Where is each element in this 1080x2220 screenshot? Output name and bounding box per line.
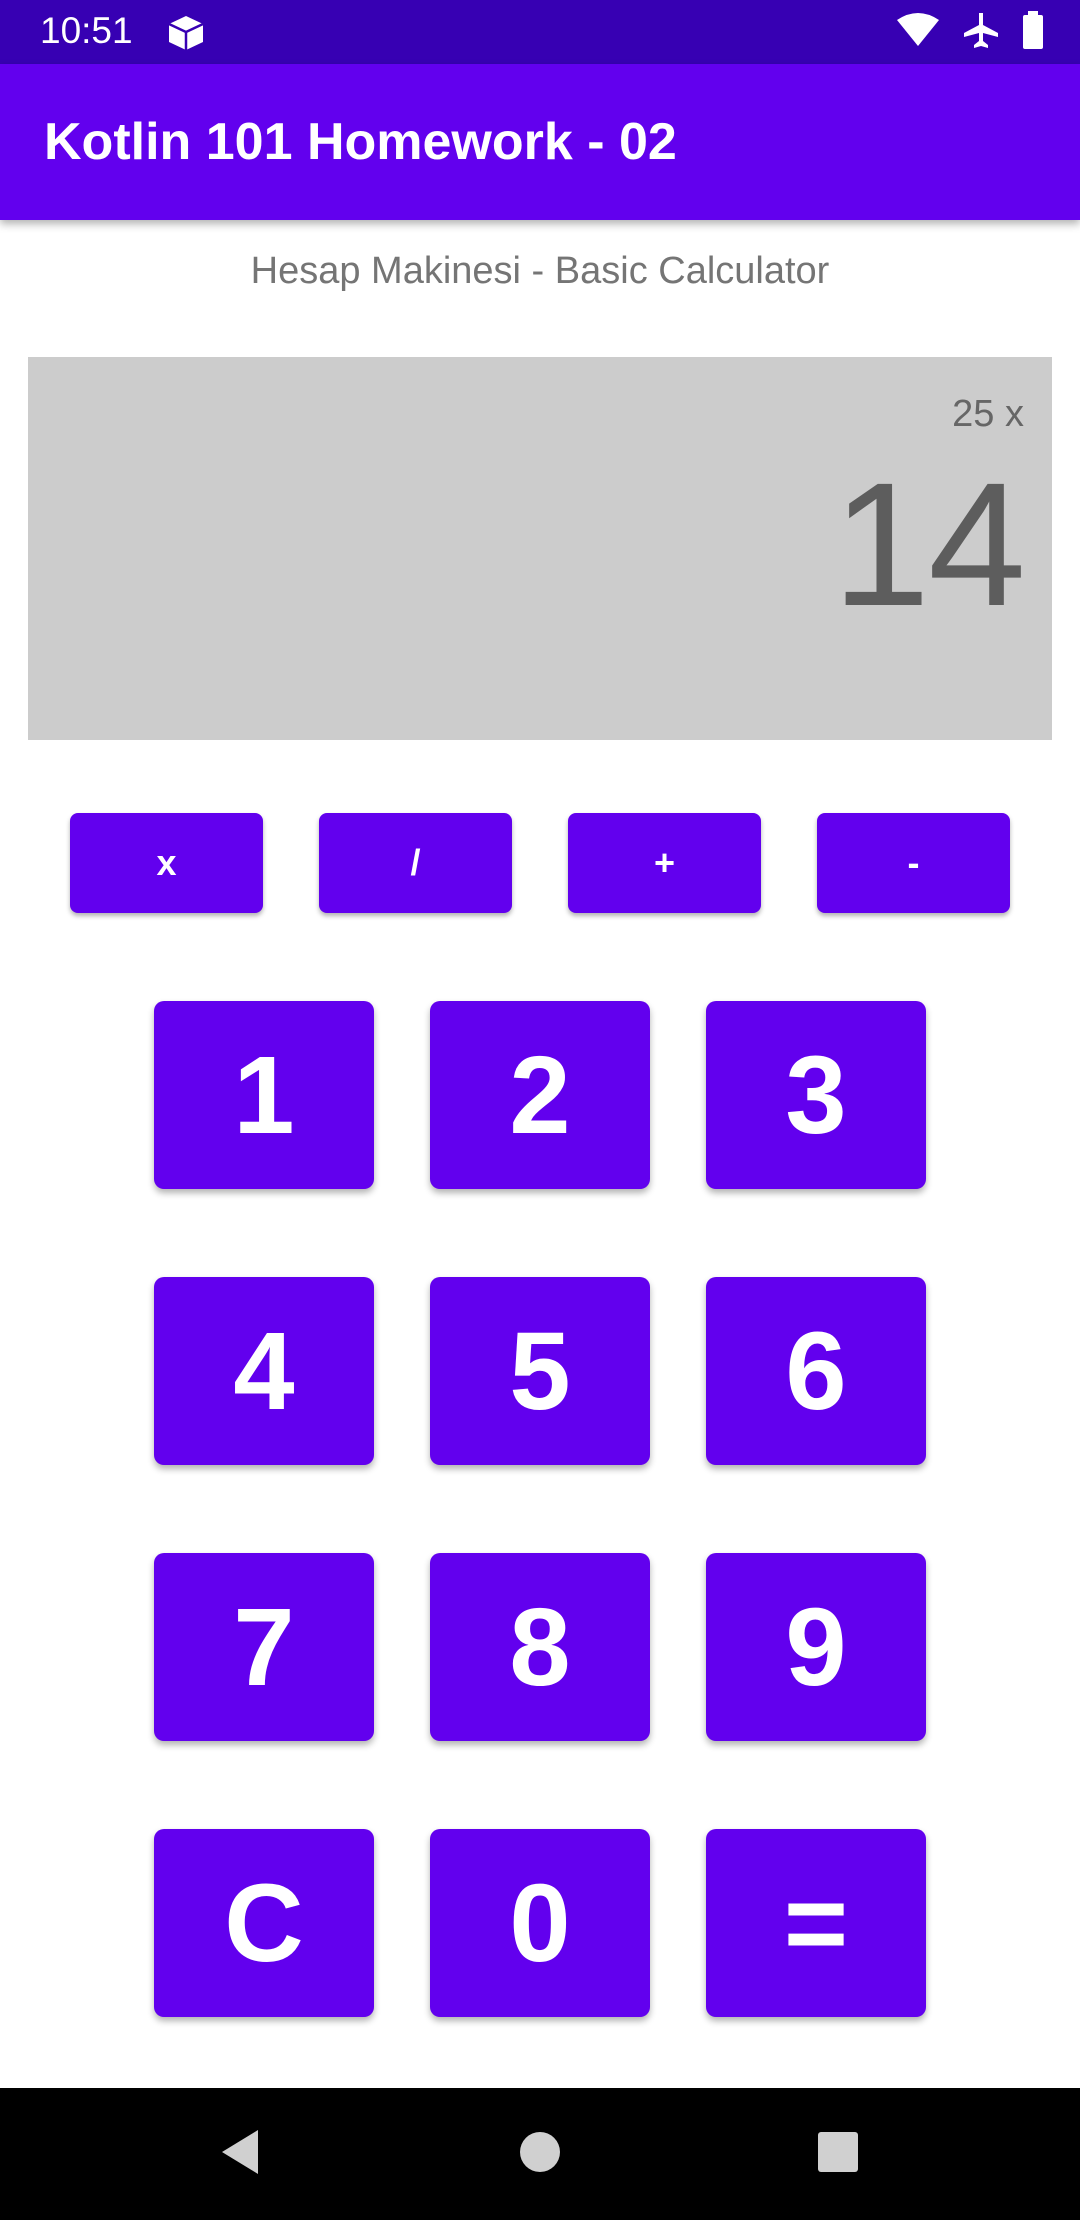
digit-7-button[interactable]: 7 — [154, 1553, 374, 1741]
recents-icon[interactable] — [806, 2120, 870, 2184]
status-icons — [896, 10, 1044, 54]
digit-2-button[interactable]: 2 — [430, 1001, 650, 1189]
clear-button[interactable]: C — [154, 1829, 374, 2017]
digit-4-button[interactable]: 4 — [154, 1277, 374, 1465]
expression-text: 25 x — [952, 393, 1024, 435]
digit-0-button[interactable]: 0 — [430, 1829, 650, 2017]
back-icon[interactable] — [208, 2120, 272, 2184]
status-time: 10:51 — [40, 10, 133, 51]
airplane-mode-icon — [962, 11, 1000, 54]
result-text: 14 — [832, 447, 1026, 643]
digit-5-button[interactable]: 5 — [430, 1277, 650, 1465]
add-button[interactable]: + — [568, 813, 761, 913]
calculator-display: 25 x 14 — [28, 357, 1052, 740]
wifi-icon — [896, 12, 940, 53]
battery-icon — [1022, 10, 1044, 54]
subtract-button[interactable]: - — [817, 813, 1010, 913]
digit-1-button[interactable]: 1 — [154, 1001, 374, 1189]
page-subtitle: Hesap Makinesi - Basic Calculator — [250, 250, 830, 292]
app-bar: Kotlin 101 Homework - 02 — [0, 64, 1080, 220]
digit-8-button[interactable]: 8 — [430, 1553, 650, 1741]
multiply-button[interactable]: x — [70, 813, 263, 913]
digit-9-button[interactable]: 9 — [706, 1553, 926, 1741]
home-icon[interactable] — [508, 2120, 572, 2184]
status-bar: 10:51 — [0, 0, 1080, 64]
equals-button[interactable]: = — [706, 1829, 926, 2017]
divide-button[interactable]: / — [319, 813, 512, 913]
digit-6-button[interactable]: 6 — [706, 1277, 926, 1465]
box-notification-icon — [166, 14, 206, 52]
digit-3-button[interactable]: 3 — [706, 1001, 926, 1189]
navigation-bar — [0, 2088, 1080, 2220]
app-title: Kotlin 101 Homework - 02 — [44, 113, 677, 171]
